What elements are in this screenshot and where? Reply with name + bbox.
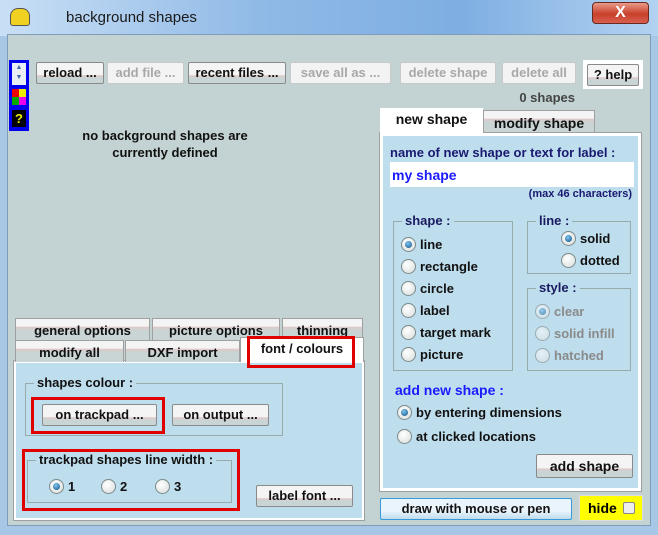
empty-message-line1: no background shapes are [82,128,248,143]
style-solid-infill-radio[interactable]: solid infill [535,326,615,341]
style-label: style : [536,280,580,295]
reload-button[interactable]: reload ... [36,62,104,84]
shape-label-label: label [420,303,450,318]
radio-icon [401,259,416,274]
close-button[interactable]: X [592,2,649,24]
highlight-font-colours-tab [247,336,355,368]
add-new-shape-label: add new shape : [395,382,504,398]
radio-icon [561,253,576,268]
name-input[interactable] [390,162,634,187]
style-hatched-radio[interactable]: hatched [535,348,604,363]
add-by-dimensions-radio[interactable]: by entering dimensions [397,405,562,420]
shape-circle-label: circle [420,281,454,296]
shape-line-radio[interactable]: line [401,237,442,252]
shape-line-label: line [420,237,443,252]
add-at-clicked-radio[interactable]: at clicked locations [397,429,536,444]
radio-selected-icon [535,304,550,319]
shape-label-radio[interactable]: label [401,303,450,318]
recent-files-button[interactable]: recent files ... [188,62,286,84]
line-solid-label: solid [580,231,611,246]
shape-circle-radio[interactable]: circle [401,281,454,296]
colour-palette-icon[interactable] [12,89,26,105]
line-dotted-radio[interactable]: dotted [561,253,620,268]
style-clear-label: clear [554,304,585,319]
tab-general-options[interactable]: general options [15,318,150,340]
radio-selected-icon [561,231,576,246]
radio-icon [535,348,550,363]
shapes-colour-label: shapes colour : [34,375,137,390]
add-at-clicked-label: at clicked locations [416,429,536,444]
radio-selected-icon [397,405,412,420]
empty-message-line2: currently defined [112,145,218,160]
line-dotted-label: dotted [580,253,620,268]
shape-rectangle-radio[interactable]: rectangle [401,259,478,274]
delete-shape-button[interactable]: delete shape [400,62,496,84]
scroll-arrows-icon[interactable]: ▲ ▼ [12,63,26,85]
highlight-on-trackpad [31,397,165,434]
highlight-line-width [22,449,240,511]
shape-count: 0 shapes [519,90,575,105]
delete-all-button[interactable]: delete all [502,62,576,84]
style-hatched-label: hatched [554,348,604,363]
radio-icon [401,347,416,362]
shape-picture-label: picture [420,347,464,362]
tab-modify-shape[interactable]: modify shape [483,110,595,132]
line-solid-radio[interactable]: solid [561,231,610,246]
add-file-button[interactable]: add file ... [107,62,184,84]
empty-message: no background shapes are currently defin… [40,127,290,161]
radio-icon [401,303,416,318]
window-title: background shapes [66,9,197,26]
add-shape-button[interactable]: add shape [536,454,633,478]
help-icon[interactable]: ? [12,110,26,127]
app-icon [10,8,30,26]
hide-label: hide [588,500,617,516]
radio-icon [401,325,416,340]
style-clear-radio[interactable]: clear [535,304,584,319]
draw-with-mouse-button[interactable]: draw with mouse or pen [380,498,572,520]
add-by-dimensions-label: by entering dimensions [416,405,562,420]
on-output-button[interactable]: on output ... [172,404,269,426]
tab-modify-all[interactable]: modify all [15,340,124,362]
max-chars-hint: (max 46 characters) [528,188,632,200]
help-button[interactable]: ? help [587,64,639,86]
radio-icon [535,326,550,341]
tab-new-shape[interactable]: new shape [380,108,483,134]
hide-toggle[interactable]: hide [579,495,643,521]
radio-icon [401,281,416,296]
radio-icon [397,429,412,444]
shape-picture-radio[interactable]: picture [401,347,463,362]
line-label: line : [536,213,573,228]
save-all-as-button[interactable]: save all as ... [290,62,391,84]
style-solid-infill-label: solid infill [554,326,615,341]
shape-target-mark-radio[interactable]: target mark [401,325,491,340]
name-label: name of new shape or text for label : [390,145,616,160]
shape-rectangle-label: rectangle [420,259,478,274]
tab-dxf-import[interactable]: DXF import [125,340,240,362]
label-font-button[interactable]: label font ... [256,485,353,507]
shape-label: shape : [402,213,454,228]
radio-selected-icon [401,237,416,252]
hide-checkbox[interactable] [622,502,635,514]
shape-target-mark-label: target mark [420,325,491,340]
